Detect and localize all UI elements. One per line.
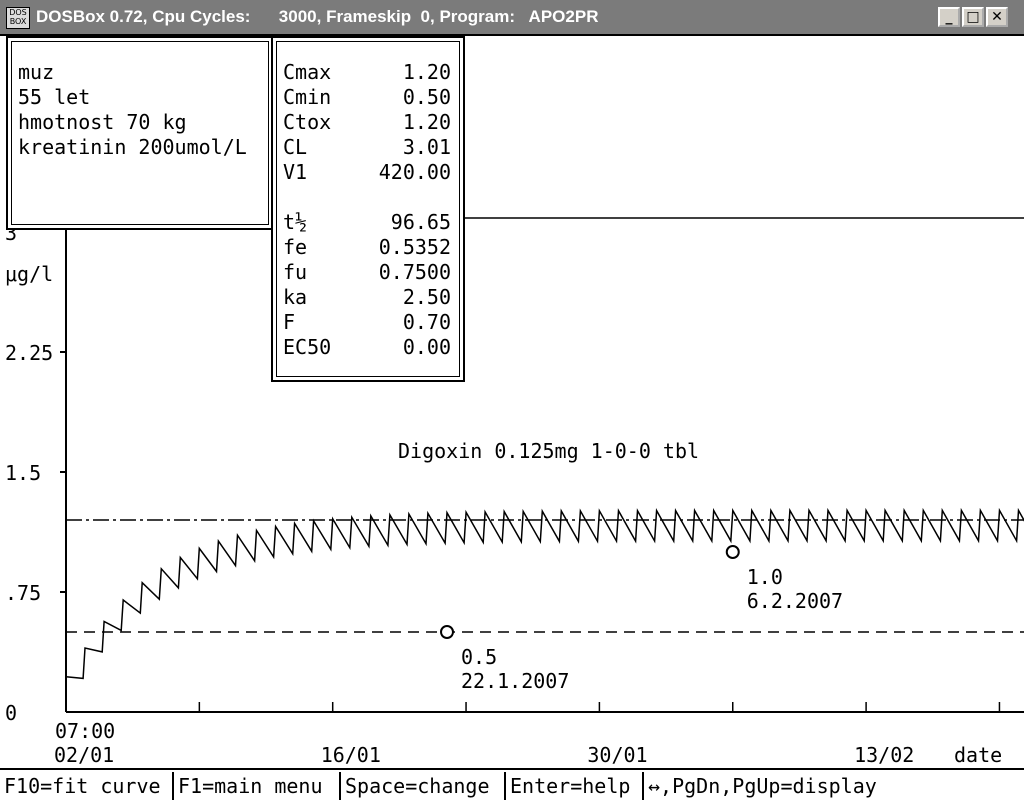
parameter-value: 1.20: [402, 60, 451, 84]
parameter-value: 0.50: [402, 85, 451, 109]
parameter-row: V1 420.00: [283, 160, 451, 185]
x-tick-label: 16/01: [321, 743, 381, 767]
concentration-curve: [65, 507, 1024, 680]
status-divider: [504, 772, 506, 800]
patient-info: muz 55 let hmotnost 70 kg kreatinin 200umol…: [18, 60, 247, 160]
parameter-name: t½: [283, 210, 308, 234]
patient-line: hmotnost 70 kg: [18, 110, 187, 134]
parameter-row: CL 3.01: [283, 135, 451, 160]
patient-line: muz: [18, 60, 55, 84]
x-tick-label: 02/01: [54, 743, 114, 767]
parameter-name: Ctox: [283, 110, 332, 134]
parameter-name: fu: [283, 260, 308, 284]
y-tick-label: 1.5: [5, 461, 41, 485]
parameter-name: EC50: [283, 335, 332, 359]
parameter-value: 0.00: [402, 335, 451, 359]
enter-help-hint[interactable]: Enter=help: [510, 774, 630, 798]
measurement-value-label: 1.0: [747, 565, 783, 589]
parameter-row: Ctox 1.20: [283, 110, 451, 135]
status-divider: [642, 772, 644, 800]
status-divider: [339, 772, 341, 800]
status-divider: [172, 772, 174, 800]
parameter-value: 2.50: [402, 285, 451, 309]
parameter-row: fe 0.5352: [283, 235, 451, 260]
parameter-name: Cmin: [283, 85, 332, 109]
parameter-row: t½ 96.65: [283, 210, 451, 235]
window-title: DOSBox 0.72, Cpu Cycles: 3000, Frameskip…: [36, 7, 599, 26]
dosbox-icon[interactable]: DOS BOX: [6, 7, 30, 29]
parameter-row: EC50 0.00: [283, 335, 451, 360]
maximize-button[interactable]: □: [962, 7, 984, 27]
y-tick-label: 0: [5, 701, 17, 725]
f10-fit-curve-hint[interactable]: F10=fit curve: [4, 774, 161, 798]
y-tick-label: 2.25: [5, 341, 53, 365]
parameter-name: F: [283, 310, 296, 334]
parameter-name: Cmax: [283, 60, 332, 84]
measurement-point: [725, 545, 740, 559]
minimize-button[interactable]: _: [938, 7, 960, 27]
parameters-panel: Cmax 1.20 Cmin 0.50 Ctox 1.20 CL 3.01 V1 420.00 t½…: [271, 36, 465, 382]
parameter-row: F 0.70: [283, 310, 451, 335]
parameter-value: 0.70: [402, 310, 451, 334]
parameters-list: Cmax 1.20 Cmin 0.50 Ctox 1.20 CL 3.01 V1 420.00 t½…: [283, 60, 451, 360]
measurement-date-label: 22.1.2007: [461, 669, 569, 693]
space-change-hint[interactable]: Space=change: [345, 774, 490, 798]
title-bar[interactable]: DOS BOX DOSBox 0.72, Cpu Cycles: 3000, F…: [0, 0, 1024, 36]
parameter-name: ka: [283, 285, 308, 309]
measurement-date-label: 6.2.2007: [747, 589, 843, 613]
parameter-row: Cmin 0.50: [283, 85, 451, 110]
parameter-name: V1: [283, 160, 308, 184]
parameter-value: 0.5352: [378, 235, 451, 259]
parameter-name: CL: [283, 135, 308, 159]
parameter-row: ka 2.50: [283, 285, 451, 310]
y-axis-label: μg/l: [5, 262, 53, 286]
x-start-time-label: 07:00: [55, 719, 115, 743]
patient-line: kreatinin 200umol/L: [18, 135, 247, 159]
close-button[interactable]: ✕: [986, 7, 1008, 27]
parameter-value: 96.65: [390, 210, 451, 234]
parameter-row: fu 0.7500: [283, 260, 451, 285]
parameter-row: Cmax 1.20: [283, 60, 451, 85]
f1-main-menu-hint[interactable]: F1=main menu: [178, 774, 323, 798]
status-bar: F10=fit curve F1=main menu Space=change …: [0, 768, 1024, 802]
x-axis-label: date: [954, 743, 1002, 767]
parameter-value: 420.00: [378, 160, 451, 184]
chart-title: Digoxin 0.125mg 1-0-0 tbl: [398, 439, 699, 463]
parameter-value: 3.01: [402, 135, 451, 159]
parameter-value: 0.7500: [378, 260, 451, 284]
x-tick-label: 30/01: [587, 743, 647, 767]
patient-line: 55 let: [18, 85, 91, 109]
parameter-value: 1.20: [402, 110, 451, 134]
display-navigation-hint[interactable]: ↔,PgDn,PgUp=display: [648, 774, 877, 798]
measurement-point: [440, 625, 454, 639]
y-tick-label: .75: [5, 581, 41, 605]
measurement-value-label: 0.5: [461, 645, 497, 669]
dosbox-window: DOS BOX DOSBox 0.72, Cpu Cycles: 3000, F…: [0, 0, 1024, 802]
chart-area: μg/l Digoxin 0.125mg 1-0-0 tbl date 07:0…: [0, 36, 1024, 768]
x-tick-label: 13/02: [854, 743, 914, 767]
parameter-name: fe: [283, 235, 308, 259]
patient-panel: muz 55 let hmotnost 70 kg kreatinin 200umol…: [6, 36, 274, 230]
